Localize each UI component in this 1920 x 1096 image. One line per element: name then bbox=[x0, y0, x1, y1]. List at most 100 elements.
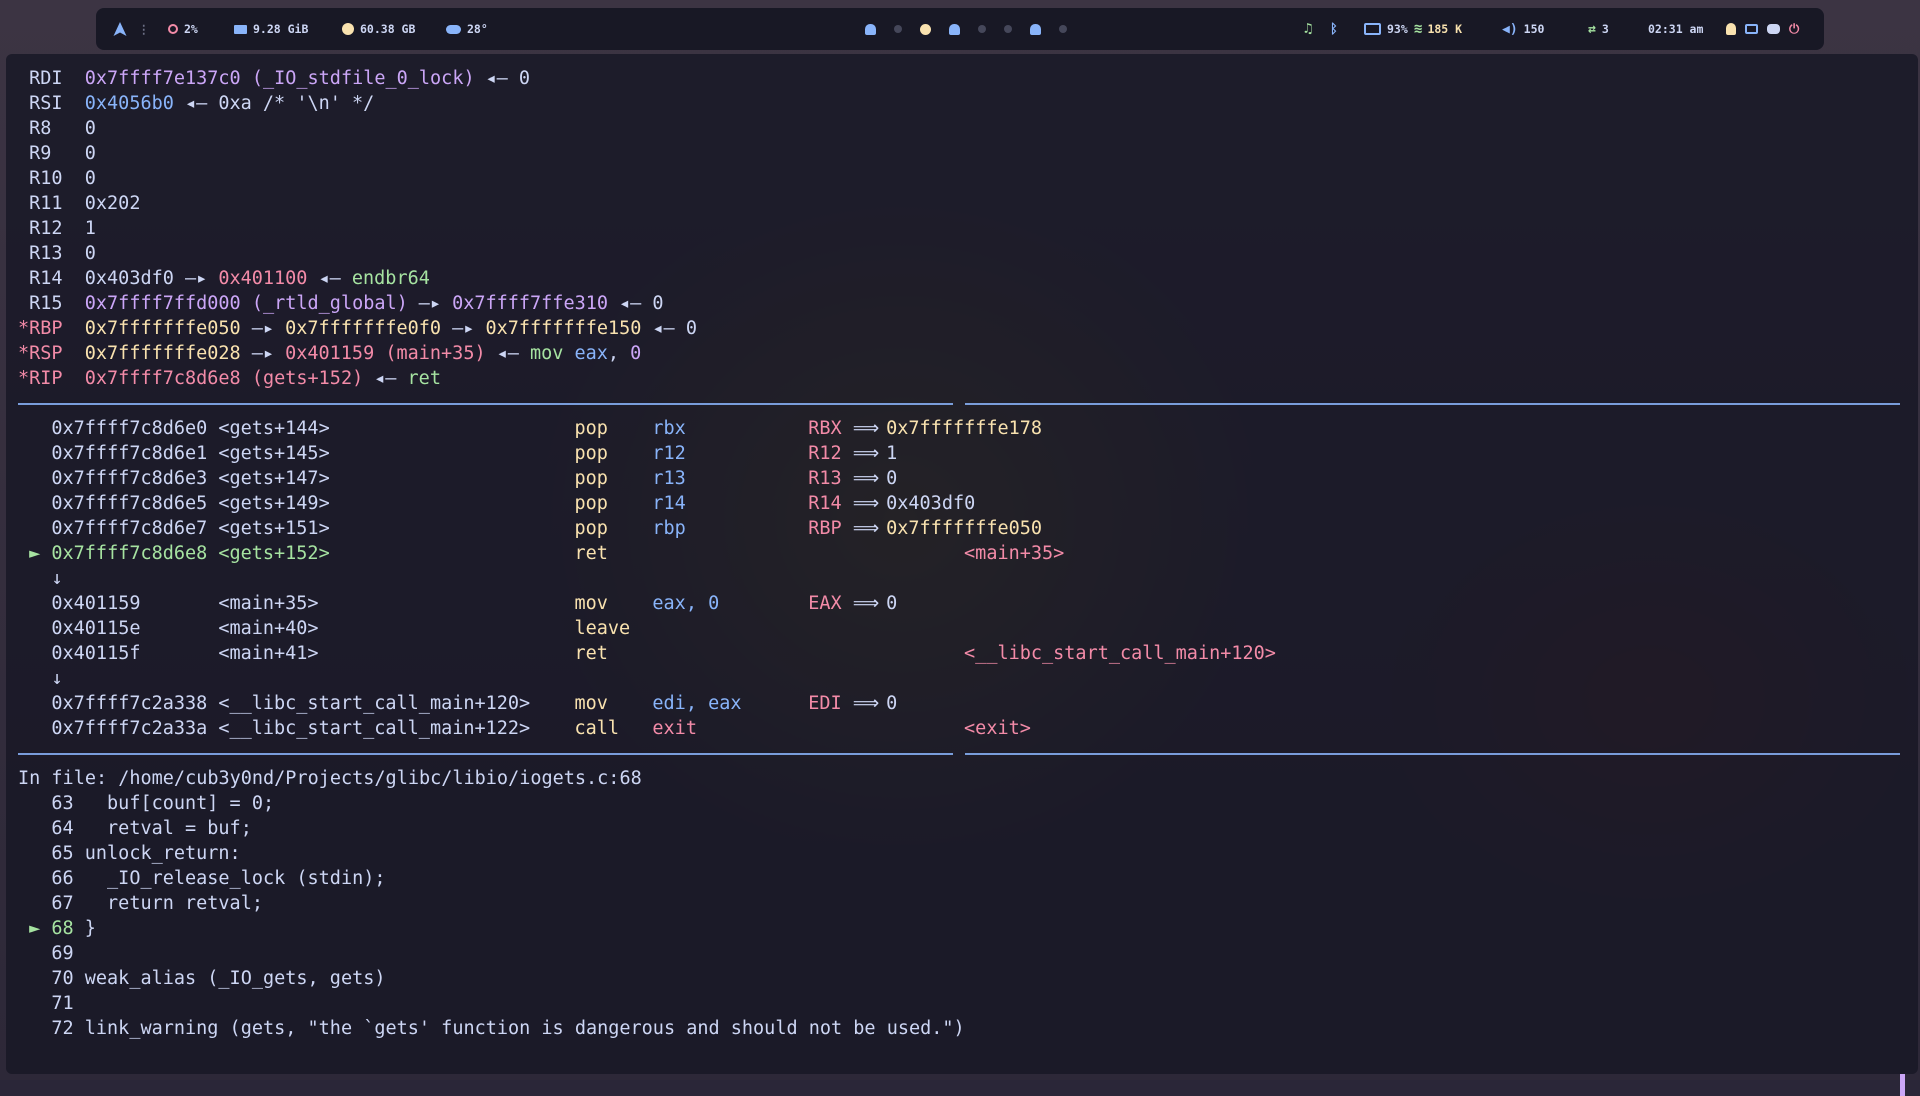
instruction-opcode: ret bbox=[574, 643, 608, 664]
workspace-6-dot-icon[interactable] bbox=[1004, 25, 1012, 33]
register-value: —▸ bbox=[407, 293, 453, 314]
clock-widget[interactable]: 02:31 am bbox=[1648, 8, 1703, 50]
tray-app-icon[interactable] bbox=[1726, 23, 1736, 35]
workspaces bbox=[856, 8, 1076, 50]
menu-dots-icon: ⋮ bbox=[138, 22, 150, 36]
register-value: ◂— bbox=[485, 343, 531, 364]
instruction-operands: r14 bbox=[652, 493, 686, 514]
workspace-7-ghost-icon[interactable] bbox=[1030, 23, 1041, 35]
instruction-address: 0x7ffff7c8d6e0 bbox=[51, 418, 208, 439]
register-name: R9 bbox=[29, 143, 52, 164]
source-code: return retval; bbox=[84, 893, 263, 914]
speaker-icon: ◀) bbox=[1502, 21, 1518, 37]
arch-icon bbox=[113, 22, 127, 36]
current-line-marker: ► bbox=[29, 918, 41, 939]
terminal-window[interactable]: RDI 0x7ffff7e137c0 (_IO_stdfile_0_lock) ◂… bbox=[6, 54, 1918, 1096]
branch-target: <__libc_start_call_main+120> bbox=[964, 643, 1276, 664]
instruction-address: 0x401159 bbox=[51, 593, 141, 614]
refresh-icon: ⇄ bbox=[1588, 21, 1596, 37]
keyboard-icon[interactable] bbox=[1745, 24, 1758, 34]
cpu-usage: 2% bbox=[184, 22, 198, 36]
emulated-value: 0x7fffffffe050 bbox=[886, 518, 1043, 539]
workspace-3-moon-icon[interactable] bbox=[920, 23, 931, 35]
register-value: —▸ bbox=[240, 343, 286, 364]
battery-widget[interactable]: 93% bbox=[1364, 8, 1408, 50]
register-value: 0x7ffff7ffd000 (_rtld_global) bbox=[84, 293, 408, 314]
down-arrow-icon: ↓ bbox=[51, 668, 63, 689]
instruction-operands: rbx bbox=[652, 418, 686, 439]
workspace-8-dot-icon[interactable] bbox=[1059, 25, 1067, 33]
updates-count: 3 bbox=[1601, 22, 1609, 36]
instruction-opcode: mov bbox=[574, 693, 608, 714]
emulated-value: 0 bbox=[886, 593, 898, 614]
register-value: ret bbox=[407, 368, 441, 389]
updates-widget[interactable]: ⇄ 3 bbox=[1588, 8, 1609, 50]
register-value: 0 bbox=[84, 143, 96, 164]
disk-widget[interactable]: 60.38 GB bbox=[342, 8, 415, 50]
line-number: 64 bbox=[51, 818, 74, 839]
register-name: *RBP bbox=[18, 318, 63, 339]
register-value: ◂— 0xa /* '\n' */ bbox=[173, 93, 375, 114]
instruction-opcode: pop bbox=[574, 518, 608, 539]
register-name: RDI bbox=[29, 68, 63, 89]
power-icon[interactable]: ⏻ bbox=[1789, 22, 1799, 37]
register-name: R15 bbox=[29, 293, 63, 314]
cloud-icon bbox=[446, 24, 461, 34]
emulated-value: 0 bbox=[886, 693, 898, 714]
music-button[interactable]: ♫ bbox=[1304, 8, 1312, 50]
workspace-2-dot-icon[interactable] bbox=[894, 25, 902, 33]
register-value: endbr64 bbox=[351, 268, 430, 289]
emulated-register: R13 bbox=[808, 468, 842, 489]
emulated-register: RBP bbox=[808, 518, 842, 539]
line-number: 63 bbox=[51, 793, 74, 814]
instruction-operands: r12 bbox=[652, 443, 686, 464]
line-number: 68 bbox=[51, 918, 74, 939]
wifi-icon: ≋ bbox=[1414, 21, 1423, 37]
register-name: R13 bbox=[29, 243, 63, 264]
current-instruction-marker: ► bbox=[29, 543, 41, 564]
cpu-widget[interactable]: 2% bbox=[168, 8, 198, 50]
instruction-symbol: <main+35> bbox=[218, 593, 319, 614]
volume-widget[interactable]: ◀) 150 bbox=[1502, 8, 1544, 50]
instruction-address: 0x7ffff7c8d6e1 bbox=[51, 443, 208, 464]
instruction-operands: eax, 0 bbox=[652, 593, 720, 614]
discord-icon[interactable] bbox=[1767, 24, 1780, 34]
instruction-symbol: <gets+149> bbox=[218, 493, 330, 514]
implies-arrow-icon: ⟹ bbox=[852, 443, 880, 464]
source-code: unlock_return: bbox=[84, 843, 241, 864]
launcher-button[interactable]: ⋮ bbox=[112, 8, 150, 50]
register-value: —▸ bbox=[240, 318, 286, 339]
implies-arrow-icon: ⟹ bbox=[852, 693, 880, 714]
register-value: 0x7ffff7e137c0 (_IO_stdfile_0_lock) bbox=[84, 68, 475, 89]
line-number: 69 bbox=[51, 943, 74, 964]
instruction-opcode: mov bbox=[574, 593, 608, 614]
instruction-symbol: <gets+145> bbox=[218, 443, 330, 464]
instruction-opcode: pop bbox=[574, 493, 608, 514]
instruction-opcode: leave bbox=[574, 618, 631, 639]
register-value: ◂— 0 bbox=[474, 68, 531, 89]
weather-widget[interactable]: 28° bbox=[446, 8, 488, 50]
disasm-header bbox=[18, 391, 1900, 416]
implies-arrow-icon: ⟹ bbox=[852, 593, 880, 614]
workspace-4-ghost-icon[interactable] bbox=[949, 23, 960, 35]
instruction-address: 0x7ffff7c8d6e8 bbox=[51, 543, 208, 564]
instruction-address: 0x40115f bbox=[51, 643, 141, 664]
line-number: 72 bbox=[51, 1018, 74, 1039]
register-name: R8 bbox=[29, 118, 52, 139]
register-name: R14 bbox=[29, 268, 63, 289]
register-name: *RSP bbox=[18, 343, 63, 364]
branch-target: <main+35> bbox=[964, 543, 1065, 564]
volume-level: 150 bbox=[1523, 22, 1545, 36]
register-value: 0 bbox=[630, 343, 642, 364]
register-value: 0 bbox=[84, 118, 96, 139]
cpu-icon bbox=[168, 24, 178, 34]
emulated-register: EAX bbox=[808, 593, 842, 614]
network-widget[interactable]: ≋ 185 K bbox=[1414, 8, 1462, 50]
music-note-icon: ♫ bbox=[1304, 21, 1313, 37]
ram-widget[interactable]: 9.28 GiB bbox=[234, 8, 308, 50]
source-code: buf[count] = 0; bbox=[84, 793, 275, 814]
workspace-1-ghost-icon[interactable] bbox=[865, 23, 876, 35]
workspace-5-dot-icon[interactable] bbox=[978, 25, 986, 33]
bluetooth-button[interactable]: ᛒ bbox=[1330, 8, 1338, 50]
emulated-value: 0x7fffffffe178 bbox=[886, 418, 1043, 439]
